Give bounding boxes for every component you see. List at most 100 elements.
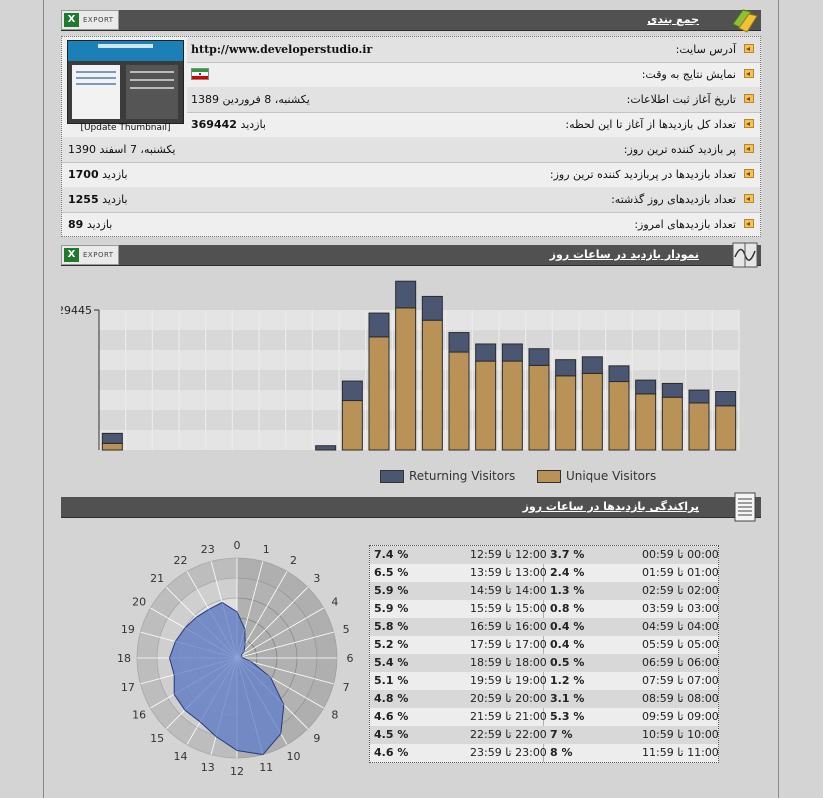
pct-early: 0.4 %: [550, 638, 585, 651]
radar-hour-label-5: 5: [343, 623, 350, 636]
bar-returning-20: [635, 379, 657, 395]
hourly-chart-title[interactable]: نمودار بازدید در ساعات روز: [550, 248, 699, 261]
pct-late: 5.1 %: [374, 674, 409, 687]
site-url-link[interactable]: http://www.developerstudio.ir: [191, 43, 372, 56]
arrow-bullet-icon: [744, 169, 754, 178]
bar-returning-0: [101, 432, 123, 444]
pct-early: 2.4 %: [550, 566, 585, 579]
bar-returning-19: [608, 365, 630, 383]
update-thumbnail-link[interactable]: [Update Thumbnail]: [67, 123, 184, 133]
bar-returning-10: [368, 312, 390, 338]
arrow-bullet-icon: [744, 69, 754, 78]
page-frame-left: [43, 0, 44, 798]
pct-late: 4.8 %: [374, 692, 409, 705]
distribution-table: 7.4 % 12:00 تا 12:59 3.7 % 00:00 تا 00:59 6.…: [369, 545, 719, 763]
pct-early: 3.1 %: [550, 692, 585, 705]
radar-hour-label-0: 0: [234, 539, 241, 552]
radar-hour-label-2: 2: [290, 554, 297, 567]
bar-unique-20: [635, 393, 657, 451]
radar-hour-label-13: 13: [201, 761, 215, 774]
excel-icon: X: [64, 13, 79, 27]
pct-early: 0.8 %: [550, 602, 585, 615]
distribution-row: 4.6 % 21:00 تا 21:59 5.3 % 09:00 تا 09:59: [370, 708, 719, 726]
bar-returning-23: [715, 391, 737, 407]
returning-legend-swatch: [380, 470, 404, 483]
pct-late: 4.6 %: [374, 746, 409, 759]
chart-legend: Returning Visitors Unique Visitors: [380, 469, 656, 483]
bar-unique-17: [555, 375, 577, 451]
radar-hour-label-6: 6: [347, 652, 354, 665]
bar-returning-14: [475, 343, 497, 362]
pct-late: 5.9 %: [374, 602, 409, 615]
radar-hour-label-14: 14: [174, 750, 188, 763]
row-label: تاریخ آغاز ثبت اطلاعات:: [626, 93, 736, 106]
export-label: EXPORT: [83, 251, 114, 259]
hour-range-early: 05:00 تا 05:59: [642, 638, 719, 651]
summary-row-start-date: تاریخ آغاز ثبت اطلاعات: یکشنبه، 8 فروردی…: [187, 87, 760, 113]
radar-hour-label-15: 15: [150, 732, 164, 745]
row-label: تعداد بازدیدهای روز گذشته:: [611, 193, 736, 206]
pct-late: 6.5 %: [374, 566, 409, 579]
pct-early: 3.7 %: [550, 548, 585, 561]
hour-range-late: 16:00 تا 16:59: [470, 620, 547, 633]
unique-legend-swatch: [536, 470, 561, 483]
distribution-row: 4.8 % 20:00 تا 20:59 3.1 % 08:00 تا 08:59: [370, 690, 719, 708]
site-thumbnail[interactable]: [67, 40, 184, 124]
hour-range-late: 23:00 تا 23:59: [470, 746, 547, 759]
radar-hour-label-7: 7: [343, 681, 350, 694]
pct-late: 5.2 %: [374, 638, 409, 651]
summary-row-total-visits: تعداد کل بازدیدها از آغاز تا این لحظه: ب…: [187, 112, 760, 138]
export-label: EXPORT: [83, 16, 114, 24]
bar-returning-8: [315, 445, 337, 451]
distribution-header: پراکندگی بازدیدها در ساعات روز: [61, 492, 761, 522]
today-visits-value: بازدید 89: [68, 218, 113, 231]
bar-returning-17: [555, 359, 577, 377]
pct-late: 4.6 %: [374, 710, 409, 723]
iran-flag-icon: [191, 68, 209, 83]
hour-range-late: 14:00 تا 14:59: [470, 584, 547, 597]
pct-late: 7.4 %: [374, 548, 409, 561]
hour-range-early: 07:00 تا 07:59: [642, 674, 719, 687]
radar-hour-label-3: 3: [313, 572, 320, 585]
distribution-title[interactable]: پراکندگی بازدیدها در ساعات روز: [523, 500, 699, 513]
hour-range-late: 21:00 تا 21:59: [470, 710, 547, 723]
bar-unique-19: [608, 381, 630, 451]
arrow-bullet-icon: [744, 194, 754, 203]
unique-legend-label: Unique Visitors: [565, 469, 657, 483]
distribution-row: 4.5 % 22:00 تا 22:59 7 % 10:00 تا 10:59: [370, 726, 719, 744]
arrow-bullet-icon: [744, 219, 754, 228]
folder-icon: [732, 9, 758, 33]
bar-unique-13: [448, 351, 470, 451]
hour-range-late: 20:00 تا 20:59: [470, 692, 547, 705]
summary-title[interactable]: جمع بندی: [647, 13, 699, 26]
hour-range-late: 15:00 تا 15:59: [470, 602, 547, 615]
yesterday-visits-value: بازدید 1255: [68, 193, 128, 206]
y-max-label: 29445: [61, 304, 92, 317]
hour-range-early: 08:00 تا 08:59: [642, 692, 719, 705]
radar-hour-label-23: 23: [201, 543, 215, 556]
summary-export-button[interactable]: X EXPORT: [61, 10, 119, 30]
distribution-row: 5.1 % 19:00 تا 19:59 1.2 % 07:00 تا 07:59: [370, 672, 719, 690]
bar-unique-12: [421, 319, 443, 451]
bar-unique-21: [661, 396, 683, 451]
pct-early: 1.3 %: [550, 584, 585, 597]
pct-early: 0.4 %: [550, 620, 585, 633]
pct-late: 5.4 %: [374, 656, 409, 669]
total-visits-value: بازدید 369442: [191, 118, 266, 131]
radar-hour-label-12: 12: [230, 765, 244, 778]
arrow-bullet-icon: [744, 144, 754, 153]
radar-hour-label-4: 4: [331, 596, 338, 609]
arrow-bullet-icon: [744, 119, 754, 128]
bar-returning-18: [581, 356, 603, 374]
busiest-day-value: یکشنبه، 7 اسفند 1390: [68, 143, 176, 156]
distribution-row: 5.8 % 16:00 تا 16:59 0.4 % 04:00 تا 04:59: [370, 618, 719, 636]
bar-unique-23: [715, 405, 737, 451]
hour-range-late: 19:00 تا 19:59: [470, 674, 547, 687]
pct-early: 8 %: [550, 746, 573, 759]
bar-unique-14: [475, 360, 497, 451]
bar-returning-9: [341, 380, 363, 402]
radar-hour-label-21: 21: [150, 572, 164, 585]
hourly-export-button[interactable]: X EXPORT: [61, 245, 119, 265]
row-label: پر بازدید کننده ترین روز:: [623, 143, 736, 156]
bar-unique-16: [528, 364, 550, 451]
